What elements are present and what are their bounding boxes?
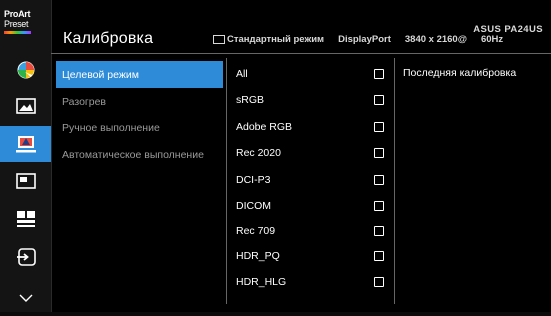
option-checkbox[interactable]: [374, 69, 384, 79]
option-all[interactable]: All: [236, 64, 386, 84]
sidebar: ProArt Preset: [0, 0, 52, 312]
status-refresh: 60Hz: [480, 34, 504, 45]
option-dci-p3[interactable]: DCI-P3: [236, 170, 386, 190]
option-adobe-rgb[interactable]: Adobe RGB: [236, 117, 386, 137]
status-input: DisplayPort: [338, 34, 391, 45]
status-bar: Стандартный режим DisplayPort 3840 x 216…: [213, 34, 503, 45]
option-label: sRGB: [236, 94, 265, 106]
sidebar-item-color[interactable]: [0, 126, 51, 162]
sidebar-item-splendid[interactable]: [0, 52, 51, 88]
option-rec-2020[interactable]: Rec 2020: [236, 143, 386, 163]
osd-screen: ProArt Preset Калибровка ASUS PA24US Ста…: [0, 0, 551, 312]
option-checkbox[interactable]: [374, 277, 384, 287]
menu-item-target-mode[interactable]: Целевой режим: [56, 61, 223, 88]
sidebar-item-system-setup[interactable]: [0, 201, 51, 237]
option-label: All: [236, 68, 248, 80]
option-checkbox[interactable]: [374, 148, 384, 158]
logo-line1: ProArt: [4, 9, 31, 19]
option-hdr-hlg[interactable]: HDR_HLG: [236, 272, 386, 292]
color-icon: [15, 136, 36, 153]
logo-line2: Preset: [4, 19, 29, 29]
option-checkbox[interactable]: [374, 95, 384, 105]
option-label: Adobe RGB: [236, 121, 293, 133]
option-checkbox[interactable]: [374, 122, 384, 132]
sidebar-item-image[interactable]: [0, 88, 51, 124]
chevron-down-icon: [19, 294, 32, 302]
sidebar-item-input-select[interactable]: [0, 239, 51, 275]
option-checkbox[interactable]: [374, 175, 384, 185]
target-options: All sRGB Adobe RGB Rec 2020 DCI-P3 DICOM…: [228, 54, 394, 312]
option-label: HDR_HLG: [236, 276, 287, 288]
option-label: DCI-P3: [236, 174, 271, 186]
option-srgb[interactable]: sRGB: [236, 90, 386, 110]
last-calibration-label: Последняя калибровка: [403, 67, 517, 79]
page-title: Калибровка: [63, 30, 154, 47]
status-resolution: 3840 x 2160@: [404, 34, 467, 45]
option-label: Rec 709: [236, 225, 276, 237]
menu-item-label: Автоматическое выполнение: [62, 148, 204, 161]
proart-preset-logo[interactable]: ProArt Preset: [4, 9, 44, 41]
option-label: Rec 2020: [236, 147, 281, 159]
option-checkbox[interactable]: [374, 251, 384, 261]
scroll-down-button[interactable]: [0, 280, 51, 316]
option-checkbox[interactable]: [374, 201, 384, 211]
menu-item-manual-execution[interactable]: Ручное выполнение: [56, 114, 223, 141]
pip-icon: [15, 173, 36, 189]
system-setup-icon: [16, 211, 35, 227]
monitor-icon: [213, 35, 225, 44]
option-dicom[interactable]: DICOM: [236, 196, 386, 216]
option-label: HDR_PQ: [236, 250, 280, 262]
option-checkbox[interactable]: [374, 226, 384, 236]
menu-item-label: Разогрев: [62, 95, 106, 108]
option-rec-709[interactable]: Rec 709: [236, 221, 386, 241]
column-divider: [226, 58, 227, 304]
submenu: Целевой режим Разогрев Ручное выполнение…: [51, 54, 223, 312]
image-icon: [15, 98, 36, 114]
column-divider: [394, 58, 395, 304]
option-label: DICOM: [236, 200, 271, 212]
menu-item-label: Целевой режим: [62, 68, 139, 81]
menu-item-auto-execution[interactable]: Автоматическое выполнение: [56, 141, 223, 168]
logo-color-bar: [4, 31, 31, 34]
menu-item-warm-up[interactable]: Разогрев: [56, 88, 223, 115]
input-select-icon: [16, 248, 36, 266]
menu-item-label: Ручное выполнение: [62, 121, 160, 134]
sidebar-item-pip[interactable]: [0, 163, 51, 199]
splendid-icon: [17, 61, 34, 79]
option-hdr-pq[interactable]: HDR_PQ: [236, 246, 386, 266]
status-mode: Стандартный режим: [227, 34, 325, 45]
